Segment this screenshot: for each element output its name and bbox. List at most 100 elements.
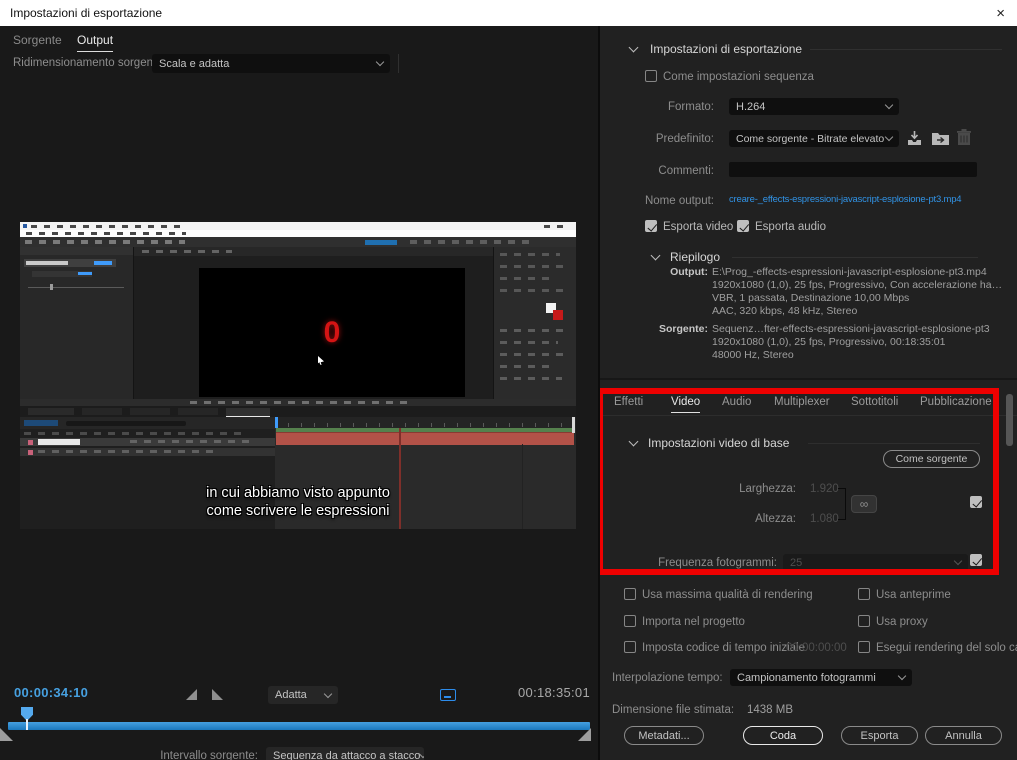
video-settings-title: Impostazioni video di base	[648, 436, 789, 450]
in-point-icon[interactable]	[186, 689, 197, 700]
width-value: 1.920	[810, 483, 839, 495]
width-label: Larghezza:	[700, 483, 796, 495]
format-label: Formato:	[620, 101, 714, 113]
ae-project-panel	[20, 247, 134, 399]
import-project-checkbox[interactable]	[624, 615, 636, 627]
summary-output-label: Output:	[630, 266, 708, 278]
use-proxy-label: Usa proxy	[876, 616, 928, 628]
summary-output-line: VBR, 1 passata, Destinazione 10,00 Mbps	[712, 292, 909, 305]
import-preset-icon[interactable]	[931, 130, 950, 146]
render-alpha-label: Esegui rendering del solo canale	[876, 642, 1017, 654]
tab-audio[interactable]: Audio	[722, 396, 751, 412]
match-sequence-label: Come impostazioni sequenza	[663, 71, 814, 83]
ae-toolbar	[20, 237, 576, 247]
tab-effetti[interactable]: Effetti	[614, 396, 643, 412]
chevron-down-icon	[324, 689, 332, 697]
summary-source-label: Sorgente:	[630, 323, 708, 335]
use-proxy-checkbox[interactable]	[858, 615, 870, 627]
export-video-label: Esporta video	[663, 221, 733, 233]
interpolation-value: Campionamento fotogrammi	[737, 672, 876, 684]
file-size-value: 1438 MB	[747, 704, 793, 716]
max-quality-label: Usa massima qualità di rendering	[642, 589, 813, 601]
comments-input[interactable]	[729, 162, 977, 177]
chevron-down-icon	[885, 133, 893, 141]
subtitle-line-2: come scrivere le espressioni	[20, 502, 576, 520]
dialog-title: Impostazioni di esportazione	[10, 6, 162, 20]
export-video-checkbox[interactable]	[645, 220, 657, 232]
scrollbar-thumb[interactable]	[1006, 394, 1013, 446]
output-name-label: Nome output:	[620, 195, 714, 207]
framerate-checkbox[interactable]	[970, 554, 982, 566]
framerate-value: 25	[790, 557, 802, 569]
summary-output-line: AAC, 320 kbps, 48 kHz, Stereo	[712, 305, 857, 318]
video-preview-frame: 0	[20, 222, 576, 529]
source-range-value: Sequenza da attacco a stacco	[273, 750, 420, 760]
scaling-label: Ridimensionamento sorgente:	[13, 57, 166, 69]
scaling-dropdown[interactable]: Scala e adatta	[152, 54, 390, 73]
delete-preset-icon[interactable]	[957, 129, 971, 146]
tab-video[interactable]: Video	[671, 396, 700, 413]
summary-source-line: 48000 Hz, Stereo	[712, 349, 794, 362]
source-range-label: Intervallo sorgente:	[108, 750, 258, 760]
zoom-level-value: Adatta	[275, 689, 307, 701]
ae-side-panels	[493, 247, 576, 399]
start-timecode-value: 00:00:00:00	[786, 642, 847, 654]
export-audio-checkbox[interactable]	[737, 220, 749, 232]
start-timecode-checkbox[interactable]	[624, 641, 636, 653]
save-preset-icon[interactable]	[906, 130, 923, 146]
subtitle-text: in cui abbiamo visto appunto come scrive…	[20, 484, 576, 520]
source-range-dropdown[interactable]: Sequenza da attacco a stacco	[266, 747, 424, 760]
video-settings-collapse-icon[interactable]	[629, 437, 639, 447]
current-timecode[interactable]: 00:00:34:10	[14, 685, 88, 700]
render-alpha-checkbox[interactable]	[858, 641, 870, 653]
metadata-button[interactable]: Metadati...	[624, 726, 704, 745]
preset-label: Predefinito:	[620, 133, 714, 145]
use-previews-checkbox[interactable]	[858, 588, 870, 600]
ae-viewport: 0	[199, 268, 465, 397]
chevron-down-icon	[898, 672, 906, 680]
fit-screen-icon[interactable]	[440, 689, 456, 701]
ae-main: 0	[20, 247, 576, 399]
scaling-value: Scala e adatta	[159, 58, 229, 70]
tab-sottotitoli[interactable]: Sottotitoli	[851, 396, 898, 412]
chevron-down-icon	[376, 58, 384, 66]
frame-digit: 0	[199, 268, 465, 397]
summary-collapse-icon[interactable]	[651, 251, 661, 261]
export-button[interactable]: Esporta	[841, 726, 918, 745]
tab-multiplexer[interactable]: Multiplexer	[774, 396, 830, 412]
out-point-icon[interactable]	[212, 689, 223, 700]
timeline-scrubber[interactable]	[8, 722, 590, 730]
close-icon[interactable]: ×	[996, 5, 1005, 22]
match-source-button[interactable]: Come sorgente	[883, 450, 980, 468]
divider	[398, 54, 399, 73]
interpolation-dropdown[interactable]: Campionamento fotogrammi	[730, 669, 912, 686]
queue-button[interactable]: Coda	[743, 726, 823, 745]
framerate-dropdown[interactable]: 25	[783, 554, 968, 571]
comments-label: Commenti:	[620, 165, 714, 177]
cancel-button[interactable]: Annulla	[925, 726, 1002, 745]
playhead-line	[26, 719, 28, 730]
link-dimensions-icon[interactable]: ∞	[851, 495, 877, 513]
output-name-link[interactable]: creare-_effects-espressioni-javascript-e…	[729, 194, 981, 205]
framerate-label: Frequenza fotogrammi:	[640, 557, 777, 569]
dialog-titlebar: Impostazioni di esportazione ×	[0, 0, 1017, 26]
summary-source-line: Sequenz…fter-effects-espressioni-javascr…	[712, 323, 990, 336]
tab-sorgente[interactable]: Sorgente	[13, 33, 62, 51]
width-height-checkbox[interactable]	[970, 496, 982, 508]
tab-output[interactable]: Output	[77, 33, 113, 52]
ae-menubar	[20, 230, 576, 237]
export-section-title: Impostazioni di esportazione	[650, 42, 802, 56]
summary-output-line: 1920x1080 (1,0), 25 fps, Progressivo, Co…	[712, 279, 1002, 292]
export-settings-dialog: Impostazioni di esportazione × Sorgente …	[0, 0, 1017, 760]
annotation-rectangle	[598, 388, 999, 575]
chevron-down-icon	[885, 101, 893, 109]
max-quality-checkbox[interactable]	[624, 588, 636, 600]
match-sequence-checkbox[interactable]	[645, 70, 657, 82]
height-label: Altezza:	[700, 513, 796, 525]
preset-dropdown[interactable]: Come sorgente - Bitrate elevato	[729, 130, 899, 147]
height-value: 1.080	[810, 513, 839, 525]
tab-pubblicazione[interactable]: Pubblicazione	[920, 396, 992, 412]
zoom-level-dropdown[interactable]: Adatta	[268, 686, 338, 704]
format-dropdown[interactable]: H.264	[729, 98, 899, 115]
section-collapse-icon[interactable]	[629, 43, 639, 53]
